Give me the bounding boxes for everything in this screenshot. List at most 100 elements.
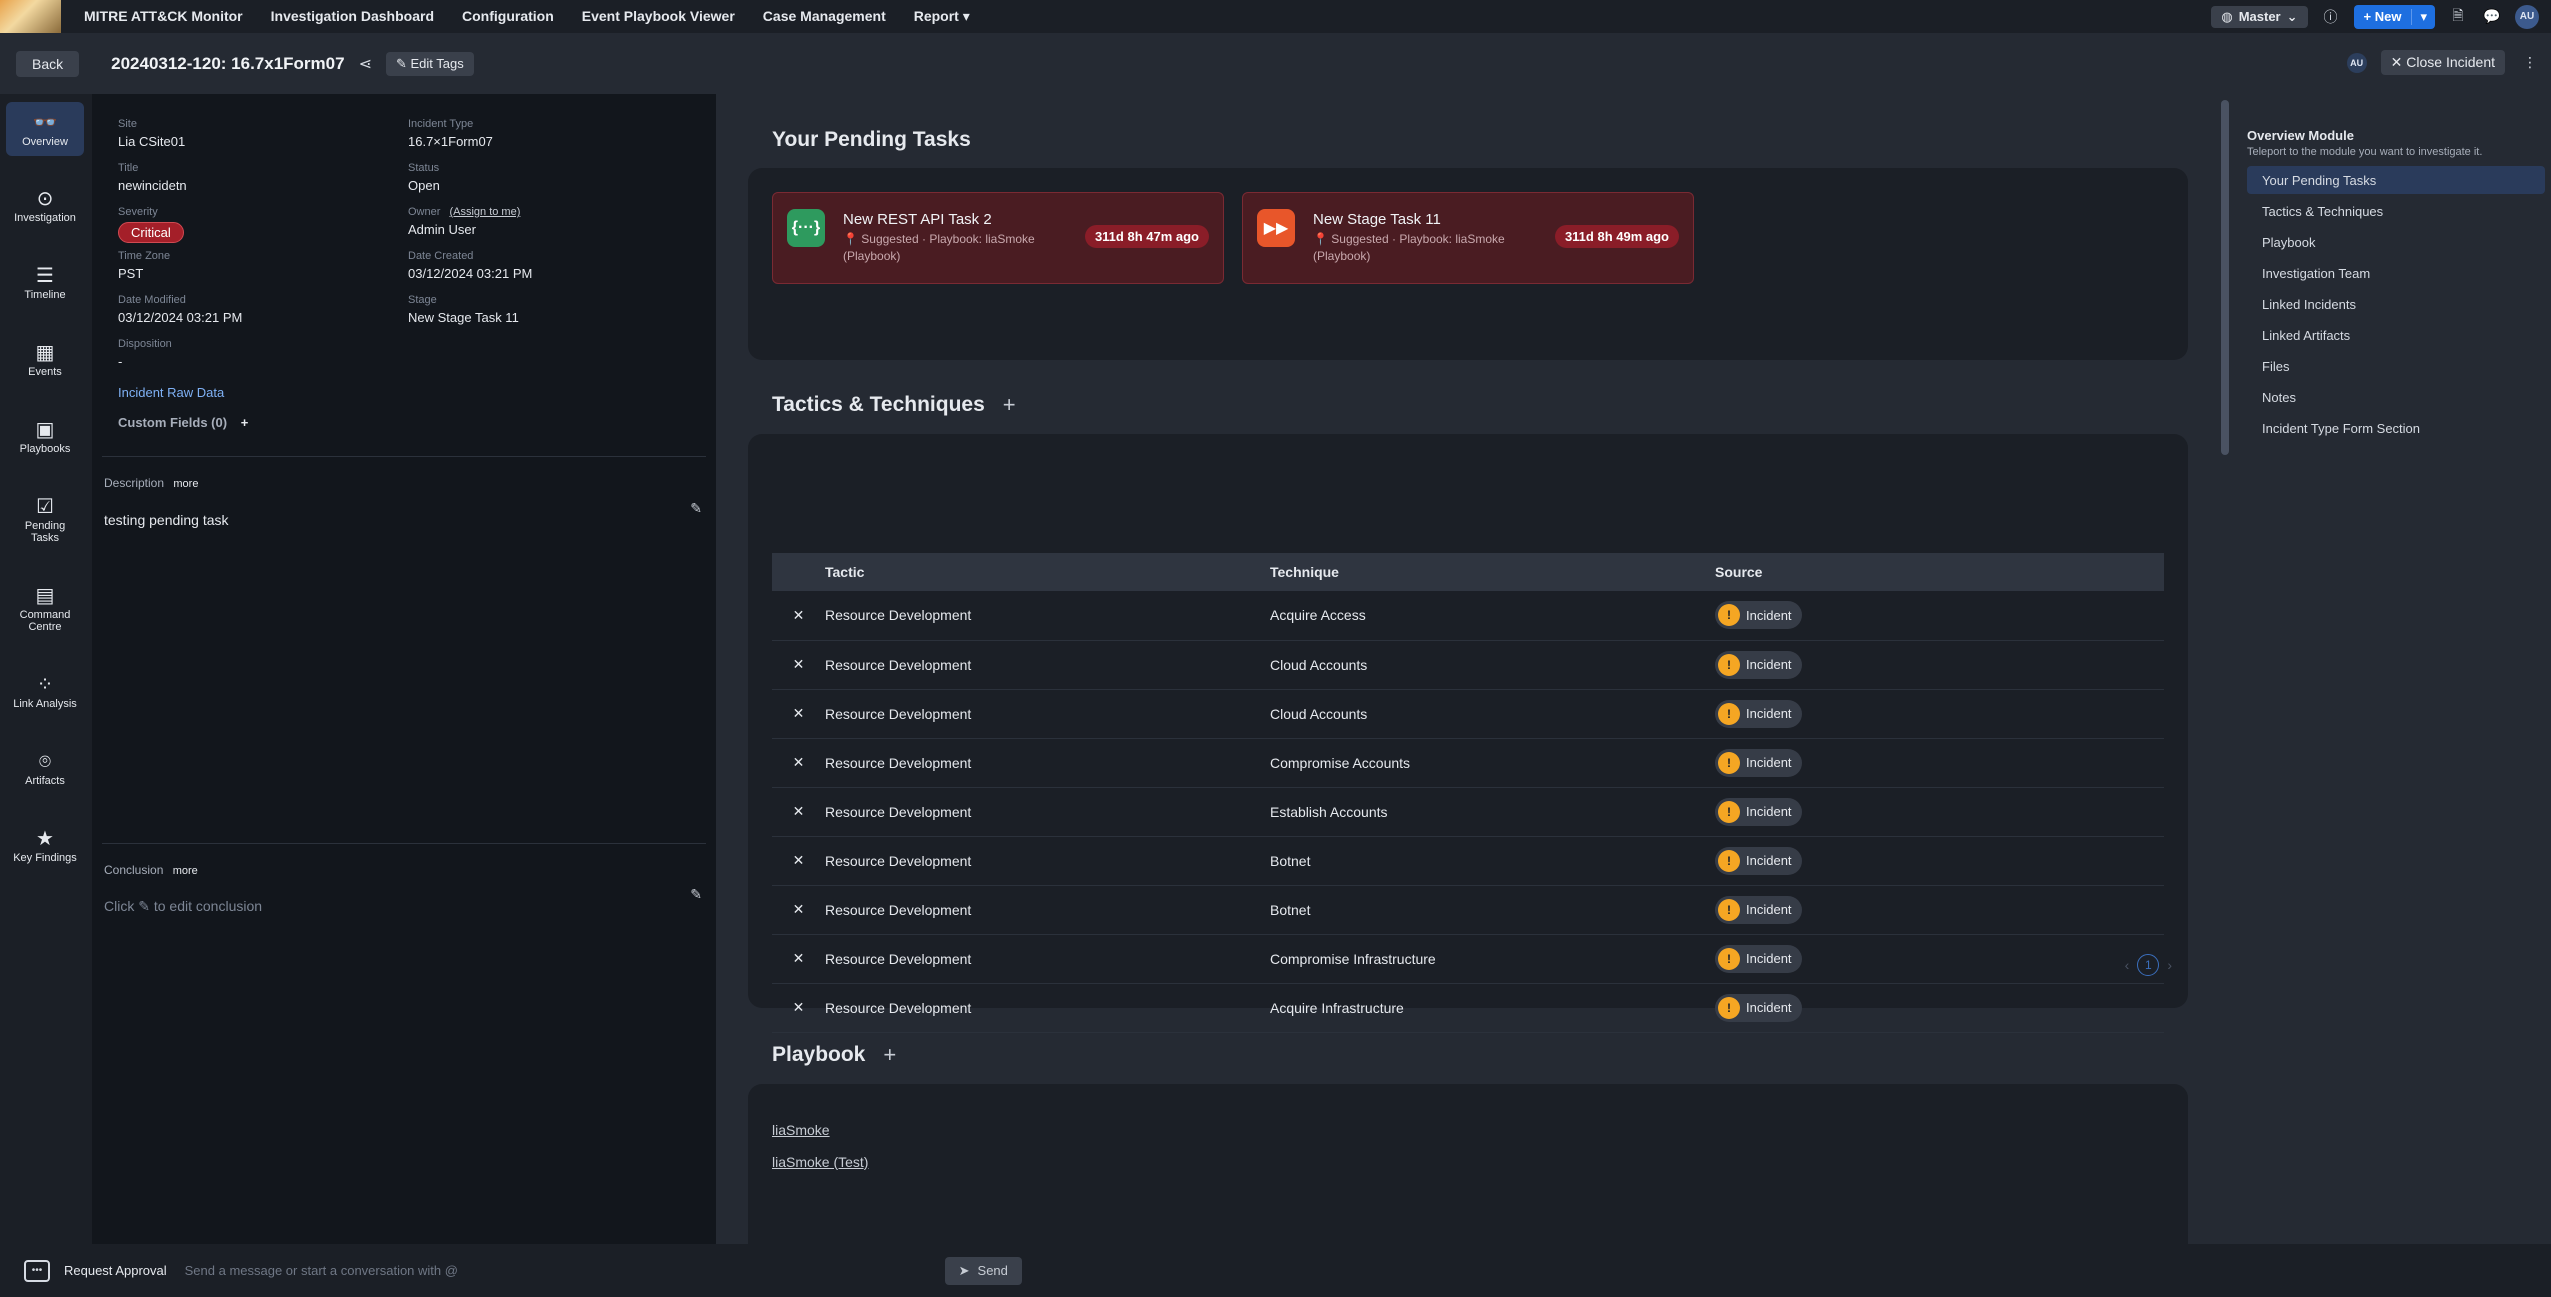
new-label: + New — [2363, 9, 2402, 24]
description-more-link[interactable]: more — [173, 478, 198, 490]
module-link-playbook[interactable]: Playbook — [2247, 228, 2545, 256]
module-link-files[interactable]: Files — [2247, 352, 2545, 380]
rail-artifacts[interactable]: ⌾ Artifacts — [6, 749, 84, 787]
incident-raw-data-link[interactable]: Incident Raw Data — [118, 385, 224, 400]
rail-pending-tasks[interactable]: ☑ Pending Tasks — [6, 494, 84, 544]
prev-page-icon[interactable]: ‹ — [2125, 957, 2130, 973]
playbook-title: Playbook + — [772, 1042, 896, 1068]
share-icon[interactable]: ⋖ — [359, 54, 372, 74]
pagination: ‹ 1 › — [2125, 954, 2172, 976]
task-card[interactable]: ▶▶ New Stage Task 11 📍 Suggested · Playb… — [1242, 192, 1694, 284]
page-number-button[interactable]: 1 — [2137, 954, 2160, 976]
rail-timeline[interactable]: ☰ Timeline — [6, 263, 84, 301]
rail-key-findings[interactable]: ★ Key Findings — [6, 826, 84, 864]
rail-pending-tasks-label: Pending Tasks — [24, 520, 66, 544]
tactic-column-header[interactable]: Tactic — [817, 553, 1262, 591]
site-value[interactable]: Lia CSite01 — [118, 134, 185, 149]
workspace-select[interactable]: ◍ Master ⌄ — [2211, 5, 2308, 28]
owner-label: Owner — [408, 206, 441, 218]
source-cell: ! Incident — [1707, 738, 2164, 788]
add-playbook-icon[interactable]: + — [883, 1042, 896, 1068]
remove-icon[interactable]: ✕ — [772, 885, 817, 935]
edit-tags-button[interactable]: ✎ Edit Tags — [385, 51, 474, 76]
document-icon[interactable]: 🗎 — [2447, 6, 2469, 28]
message-input[interactable] — [184, 1263, 945, 1278]
overview-module-title: Overview Module — [2247, 128, 2354, 143]
chat-bar: ••• Request Approval ➤ Send — [0, 1244, 2551, 1297]
owner-value[interactable]: Admin User — [408, 222, 520, 237]
technique-column-header[interactable]: Technique — [1262, 553, 1707, 591]
rail-investigation[interactable]: ⊙ Investigation — [6, 186, 84, 224]
conclusion-more-link[interactable]: more — [173, 865, 198, 877]
status-value[interactable]: Open — [408, 178, 440, 193]
severity-label: Severity — [118, 206, 158, 218]
remove-icon[interactable]: ✕ — [772, 934, 817, 984]
remove-icon[interactable]: ✕ — [772, 787, 817, 837]
send-button[interactable]: ➤ Send — [944, 1256, 1022, 1285]
nav-event-playbook-viewer[interactable]: Event Playbook Viewer — [582, 8, 735, 25]
custom-fields-toggle[interactable]: Custom Fields (0) + — [118, 415, 248, 430]
back-button[interactable]: Back — [16, 50, 80, 77]
nav-case-management[interactable]: Case Management — [763, 8, 886, 25]
rail-playbooks[interactable]: ▣ Playbooks — [6, 417, 84, 455]
close-incident-button[interactable]: ✕ Close Incident — [2380, 50, 2505, 75]
edit-conclusion-icon[interactable]: ✎ — [690, 886, 702, 903]
user-avatar[interactable]: AU — [2515, 4, 2539, 29]
source-column-header[interactable]: Source — [1707, 553, 2164, 591]
nav-configuration[interactable]: Configuration — [462, 8, 554, 25]
more-vertical-icon[interactable]: ⋮ — [2519, 52, 2541, 74]
incident-type-value[interactable]: 16.7×1Form07 — [408, 134, 493, 149]
chat-icon[interactable]: ••• — [24, 1259, 50, 1282]
nav-links: MITRE ATT&CK Monitor Investigation Dashb… — [84, 8, 970, 25]
nav-report[interactable]: Report ▾ — [914, 8, 970, 25]
app-logo[interactable] — [0, 0, 61, 33]
remove-icon[interactable]: ✕ — [772, 640, 817, 690]
disposition-value[interactable]: - — [118, 354, 172, 369]
title-value[interactable]: newincidetn — [118, 178, 187, 193]
chat-bubble-icon[interactable]: 💬 — [2481, 6, 2503, 28]
module-link-pending-tasks[interactable]: Your Pending Tasks — [2247, 166, 2545, 194]
new-dropdown-caret[interactable]: ▾ — [2411, 8, 2435, 25]
source-cell: ! Incident — [1707, 983, 2164, 1033]
rail-link-analysis[interactable]: ⁘ Link Analysis — [6, 672, 84, 710]
remove-icon[interactable]: ✕ — [772, 738, 817, 788]
request-approval-button[interactable]: Request Approval — [64, 1263, 167, 1278]
remove-icon[interactable]: ✕ — [772, 836, 817, 886]
module-link-notes[interactable]: Notes — [2247, 383, 2545, 411]
tactic-cell: Resource Development — [817, 640, 1262, 690]
next-page-icon[interactable]: › — [2167, 957, 2172, 973]
site-label: Site — [118, 118, 137, 130]
window-icon: ▤ — [35, 585, 55, 607]
rail-events[interactable]: ▦ Events — [6, 340, 84, 378]
nav-mitre[interactable]: MITRE ATT&CK Monitor — [84, 8, 243, 25]
timezone-value[interactable]: PST — [118, 266, 170, 281]
rail-overview[interactable]: 👓 Overview — [6, 102, 84, 156]
add-custom-field-icon[interactable]: + — [241, 415, 249, 430]
module-link-incident-type-form[interactable]: Incident Type Form Section — [2247, 414, 2545, 442]
task-card[interactable]: {···} New REST API Task 2 📍 Suggested · … — [772, 192, 1224, 284]
info-icon[interactable]: ⓘ — [2320, 6, 2342, 28]
playbook-link[interactable]: liaSmoke — [772, 1122, 830, 1138]
assign-to-me-link[interactable]: (Assign to me) — [449, 206, 520, 218]
remove-icon[interactable]: ✕ — [772, 689, 817, 739]
assignee-avatar[interactable]: AU — [2346, 52, 2367, 73]
conclusion-hint-a: Click — [104, 898, 135, 914]
main-scrollbar[interactable] — [2221, 100, 2229, 455]
module-link-linked-incidents[interactable]: Linked Incidents — [2247, 290, 2545, 318]
module-link-linked-artifacts[interactable]: Linked Artifacts — [2247, 321, 2545, 349]
module-link-investigation-team[interactable]: Investigation Team — [2247, 259, 2545, 287]
remove-icon[interactable]: ✕ — [772, 983, 817, 1033]
technique-cell: Cloud Accounts — [1262, 689, 1707, 739]
remove-icon[interactable]: ✕ — [772, 591, 817, 641]
new-button[interactable]: + New ▾ — [2353, 4, 2435, 29]
module-link-tactics[interactable]: Tactics & Techniques — [2247, 197, 2545, 225]
rail-command-centre[interactable]: ▤ Command Centre — [6, 583, 84, 633]
add-tactic-icon[interactable]: + — [1003, 392, 1016, 418]
table-row: ✕ Resource Development Acquire Access! Inci… — [772, 591, 2164, 641]
playbook-link[interactable]: liaSmoke (Test) — [772, 1154, 868, 1170]
edit-description-icon[interactable]: ✎ — [690, 500, 702, 517]
stage-value[interactable]: New Stage Task 11 — [408, 310, 519, 325]
nav-investigation-dashboard[interactable]: Investigation Dashboard — [271, 8, 434, 25]
severity-badge[interactable]: Critical — [118, 222, 184, 243]
warning-icon: ! — [1718, 849, 1740, 872]
